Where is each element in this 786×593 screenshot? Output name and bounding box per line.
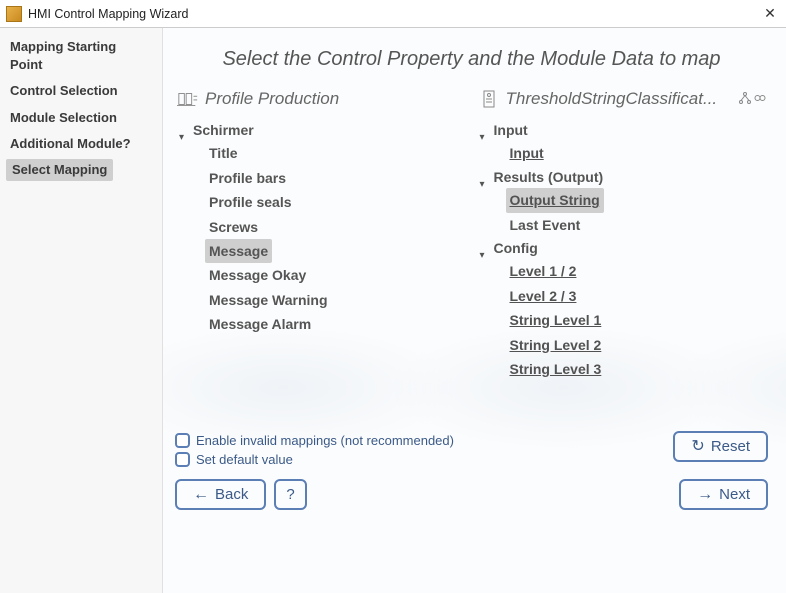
wizard-step-2[interactable]: Module Selection — [0, 105, 162, 131]
back-label: Back — [215, 486, 248, 503]
hierarchy-icon[interactable] — [739, 92, 751, 107]
module-data-item[interactable]: Last Event — [506, 213, 585, 237]
arrow-right-icon: → — [697, 487, 713, 503]
module-data-item[interactable]: Output String — [506, 188, 604, 212]
wizard-step-0[interactable]: Mapping Starting Point — [0, 34, 162, 78]
window-title: HMI Control Mapping Wizard — [28, 7, 760, 21]
module-data-panel: ThresholdStringClassificat... InputInput… — [476, 89, 769, 419]
control-property-tree: SchirmerTitleProfile barsProfile sealsSc… — [175, 119, 468, 337]
page-title: Select the Control Property and the Modu… — [175, 48, 768, 71]
enable-invalid-mappings-checkbox[interactable]: Enable invalid mappings (not recommended… — [175, 431, 673, 450]
set-default-label: Set default value — [196, 452, 293, 467]
tree-group[interactable]: Results (Output) — [480, 166, 769, 188]
module-data-item[interactable]: String Level 3 — [506, 357, 606, 381]
tree-root-label: Schirmer — [193, 119, 254, 141]
tree-group-label: Config — [494, 237, 538, 259]
module-data-item[interactable]: Input — [506, 141, 548, 165]
property-item[interactable]: Message Okay — [205, 263, 310, 287]
checkbox-icon — [175, 452, 190, 467]
control-property-panel: Profile Production SchirmerTitleProfile … — [175, 89, 468, 419]
caret-down-icon — [179, 125, 189, 135]
help-button[interactable]: ? — [274, 479, 306, 510]
reset-label: Reset — [711, 438, 750, 455]
reset-icon: ↻ — [691, 439, 704, 455]
tree-group-label: Input — [494, 119, 528, 141]
titlebar: HMI Control Mapping Wizard ✕ — [0, 0, 786, 28]
module-data-item[interactable]: Level 1 / 2 — [506, 259, 581, 283]
set-default-value-checkbox[interactable]: Set default value — [175, 450, 673, 469]
arrow-left-icon: ← — [193, 487, 209, 503]
wizard-step-1[interactable]: Control Selection — [0, 78, 162, 104]
caret-down-icon — [480, 172, 490, 182]
enable-invalid-label: Enable invalid mappings (not recommended… — [196, 433, 454, 448]
module-data-tree: InputInputResults (Output)Output StringL… — [476, 119, 769, 381]
next-label: Next — [719, 486, 750, 503]
tree-node-root[interactable]: Schirmer — [179, 119, 468, 141]
property-item[interactable]: Screws — [205, 215, 262, 239]
back-button[interactable]: ← Back — [175, 479, 266, 510]
wizard-step-3[interactable]: Additional Module? — [0, 131, 162, 157]
module-data-item[interactable]: String Level 2 — [506, 333, 606, 357]
property-item[interactable]: Message Alarm — [205, 312, 315, 336]
property-item[interactable]: Message — [205, 239, 272, 263]
module-header-label: ThresholdStringClassificat... — [506, 89, 734, 109]
help-label: ? — [286, 486, 294, 503]
caret-down-icon — [480, 125, 490, 135]
module-icon — [478, 90, 500, 108]
app-icon — [6, 6, 22, 22]
close-icon[interactable]: ✕ — [760, 5, 780, 22]
control-header-label: Profile Production — [205, 89, 466, 109]
profile-icon — [177, 90, 199, 108]
caret-down-icon — [480, 243, 490, 253]
module-data-item[interactable]: Level 2 / 3 — [506, 284, 581, 308]
link-icon[interactable] — [754, 92, 766, 107]
property-item[interactable]: Profile bars — [205, 166, 290, 190]
checkbox-icon — [175, 433, 190, 448]
next-button[interactable]: → Next — [679, 479, 768, 510]
wizard-steps-sidebar: Mapping Starting PointControl SelectionM… — [0, 28, 163, 593]
property-item[interactable]: Title — [205, 141, 242, 165]
wizard-step-4[interactable]: Select Mapping — [6, 159, 113, 181]
property-item[interactable]: Message Warning — [205, 288, 332, 312]
tree-group[interactable]: Config — [480, 237, 769, 259]
module-data-item[interactable]: String Level 1 — [506, 308, 606, 332]
reset-button[interactable]: ↻ Reset — [673, 431, 768, 462]
tree-group[interactable]: Input — [480, 119, 769, 141]
tree-group-label: Results (Output) — [494, 166, 604, 188]
property-item[interactable]: Profile seals — [205, 190, 296, 214]
